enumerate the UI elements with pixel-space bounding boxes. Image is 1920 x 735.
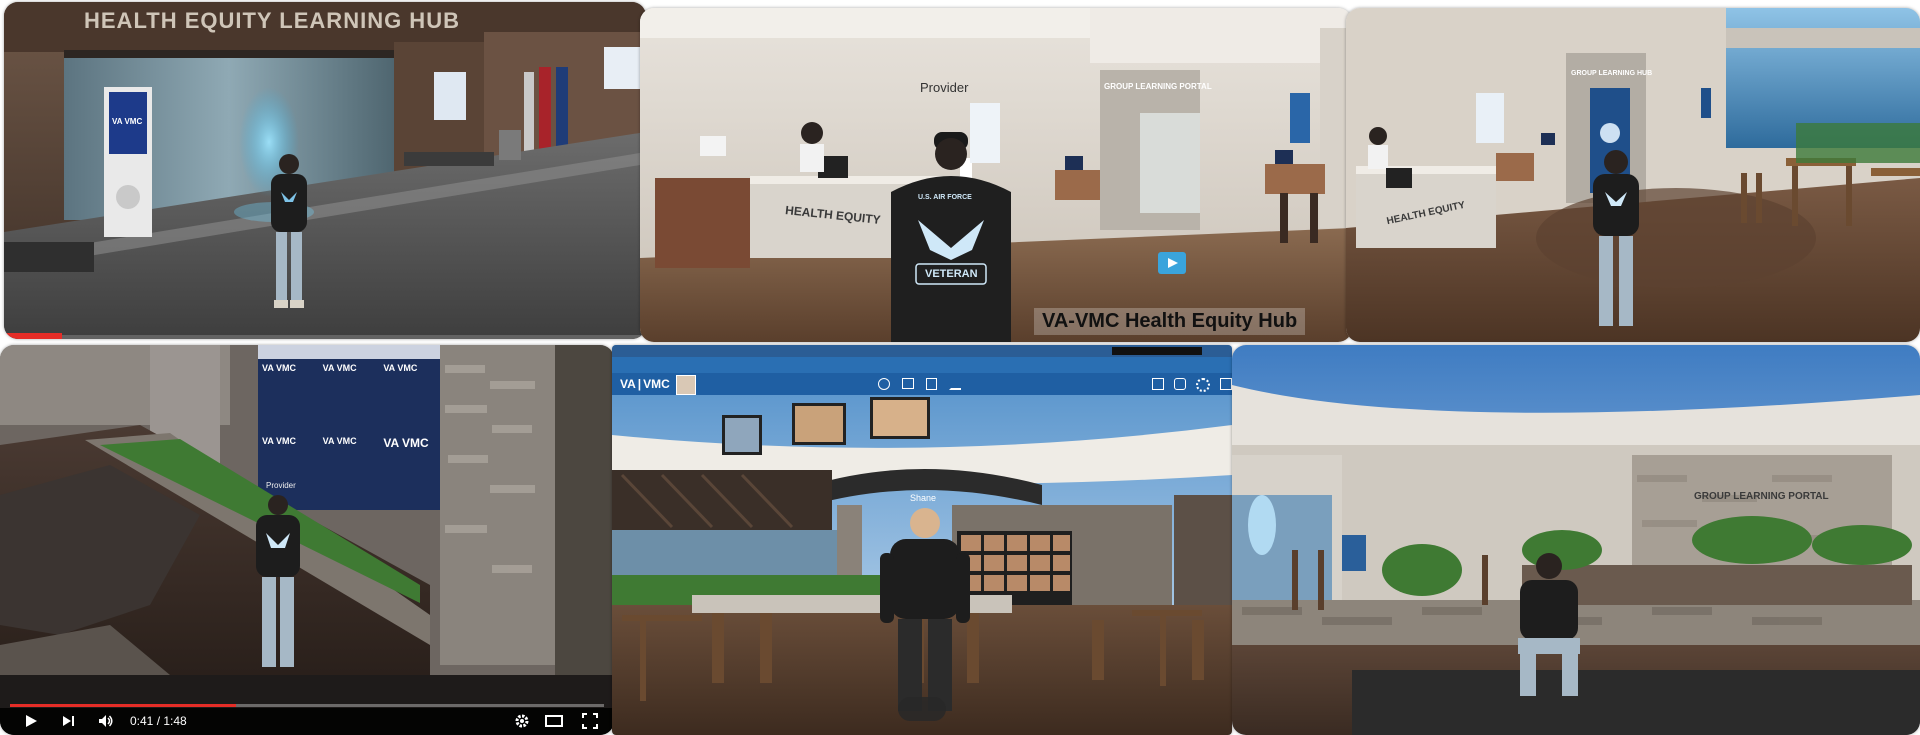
veteran-avatar[interactable] — [248, 493, 308, 678]
lobby-scene — [4, 2, 646, 339]
veteran-avatar-back[interactable] — [876, 132, 1026, 342]
veteran-avatar[interactable] — [259, 150, 319, 320]
avatar-label: Provider — [266, 481, 296, 490]
volume-icon[interactable] — [98, 714, 114, 728]
user-avatar[interactable] — [676, 375, 696, 395]
kiosk-logo: VA VMC — [112, 117, 143, 126]
emote-bar[interactable] — [898, 697, 946, 721]
provider-label: Provider — [920, 80, 969, 95]
current-time: 0:41 — [130, 714, 154, 728]
backdrop-logo: VA VMC — [322, 436, 357, 446]
seated-avatar[interactable] — [1504, 550, 1594, 700]
veteran-avatar[interactable] — [1581, 148, 1651, 338]
video-thumbnail-health-equity-hub[interactable]: Provider GROUP LEARNING PORTAL HEALTH EQ… — [640, 8, 1352, 342]
app-logo-va: VA — [620, 377, 636, 391]
video-player-walkway[interactable]: VA VMC VA VMC VA VMC VA VMC VA VMC VA VM… — [0, 345, 614, 735]
portal-sign: GROUP LEARNING PORTAL — [1694, 491, 1829, 502]
video-thumbnail-reception-wide[interactable]: GROUP LEARNING HUB HEALTH EQUITY — [1346, 8, 1920, 342]
shane-avatar[interactable] — [880, 503, 970, 723]
wall-sign: HEALTH EQUITY LEARNING HUB — [84, 8, 460, 33]
duration: 1:48 — [163, 714, 187, 728]
time-display: 0:41 / 1:48 — [130, 714, 187, 728]
theater-mode-icon[interactable] — [545, 714, 563, 728]
play-icon[interactable] — [24, 714, 38, 728]
gear-icon[interactable] — [514, 713, 530, 729]
gear-icon[interactable] — [1196, 378, 1210, 392]
next-icon[interactable] — [62, 714, 76, 728]
toolbar-center-icons — [878, 378, 961, 390]
avatar-nametag: Shane — [910, 493, 937, 503]
jacket-veteran-text: VETERAN — [925, 268, 978, 280]
portal-sign: GROUP LEARNING PORTAL — [1104, 82, 1212, 91]
backdrop-logo: VA VMC — [322, 363, 357, 373]
person-icon[interactable] — [949, 378, 961, 390]
share-icon[interactable] — [1152, 378, 1164, 390]
messages-icon[interactable] — [1174, 378, 1186, 390]
jacket-top-text: U.S. AIR FORCE — [918, 194, 972, 201]
map-icon[interactable] — [926, 378, 937, 390]
video-thumbnail-portal-lounge[interactable]: GROUP LEARNING PORTAL — [1232, 345, 1920, 735]
progress-track[interactable] — [10, 704, 604, 707]
app-logo: VA | VMC — [620, 377, 670, 391]
video-caption: VA-VMC Health Equity Hub — [1034, 308, 1306, 335]
app-logo-divider: | — [637, 377, 642, 391]
exit-icon[interactable] — [1220, 378, 1232, 390]
time-separator: / — [153, 714, 164, 728]
app-logo-vmc: VMC — [643, 377, 670, 391]
chat-icon[interactable] — [902, 378, 914, 389]
fullscreen-icon[interactable] — [582, 713, 598, 729]
people-icon[interactable] — [878, 378, 890, 390]
toolbar-right-icons — [1152, 378, 1232, 392]
backdrop-logo: VA VMC — [383, 363, 418, 373]
progress-played — [10, 704, 236, 707]
portal-sign: GROUP LEARNING HUB — [1571, 70, 1653, 77]
backdrop-logo: VA VMC — [262, 363, 297, 373]
backdrop-logo: VA VMC — [383, 436, 429, 450]
video-thumbnail-lobby[interactable]: HEALTH EQUITY LEARNING HUB VA VMC — [4, 2, 646, 339]
vmc-app-window[interactable]: VA | VMC Shane — [612, 345, 1232, 735]
